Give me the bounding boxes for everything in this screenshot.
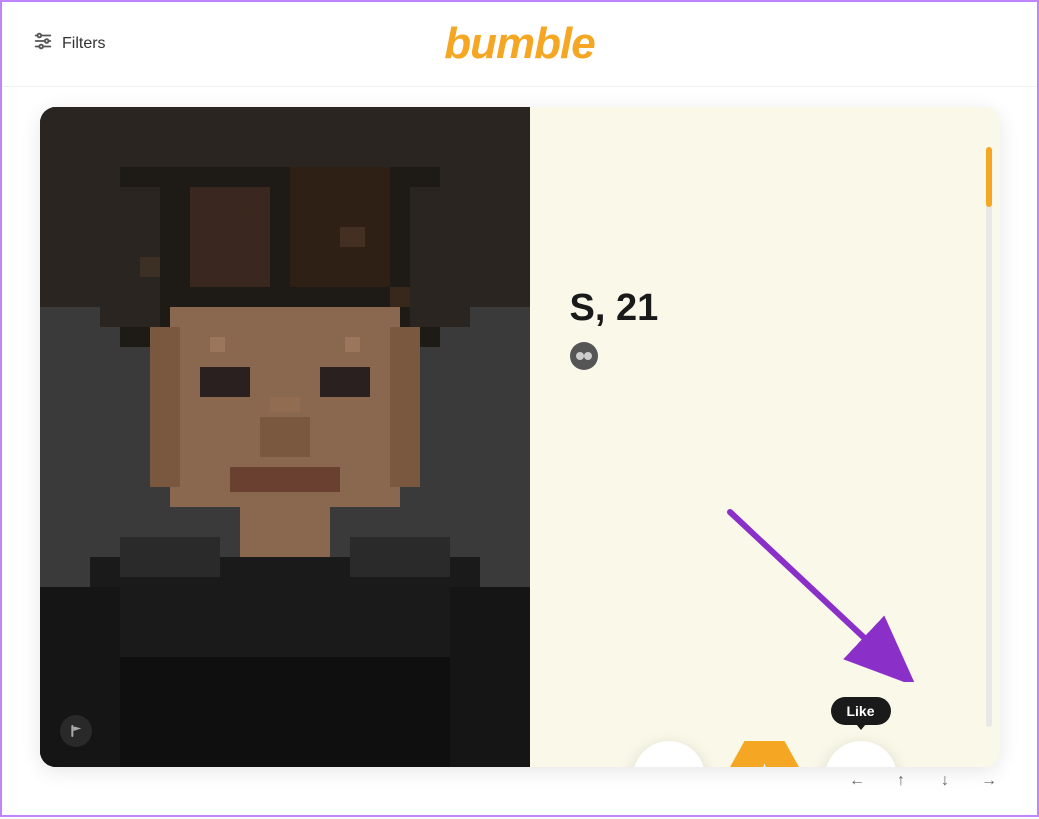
scrollbar-thumb bbox=[986, 147, 992, 207]
filters-label: Filters bbox=[62, 35, 106, 53]
flag-button[interactable] bbox=[60, 715, 92, 747]
profile-card: S, 21 bbox=[40, 107, 1000, 767]
scrollbar-track bbox=[986, 147, 992, 727]
nav-right-icon: → bbox=[981, 772, 997, 790]
badge-icon bbox=[570, 342, 598, 370]
filters-button[interactable]: Filters bbox=[32, 30, 106, 58]
like-icon: ✓ bbox=[848, 760, 873, 768]
nav-up-icon: ↑ bbox=[897, 772, 905, 790]
nav-up-button[interactable]: ↑ bbox=[883, 763, 919, 799]
purple-arrow-annotation bbox=[720, 502, 920, 687]
action-buttons: ✕ ★ Like ✓ bbox=[530, 737, 1000, 767]
like-button-wrapper: Like ✓ bbox=[825, 741, 897, 767]
nav-left-button[interactable]: ← bbox=[839, 763, 875, 799]
main-content: S, 21 bbox=[2, 87, 1037, 819]
nav-down-button[interactable]: ↓ bbox=[927, 763, 963, 799]
profile-photo bbox=[40, 107, 530, 767]
nav-down-icon: ↓ bbox=[941, 772, 949, 790]
superlike-icon: ★ bbox=[749, 757, 779, 767]
photo-image bbox=[40, 107, 530, 767]
profile-badge bbox=[570, 342, 960, 370]
navigation-arrows: ← ↑ ↓ → bbox=[839, 763, 1007, 799]
superlike-button[interactable]: ★ bbox=[725, 737, 805, 767]
header: Filters bumble bbox=[2, 2, 1037, 87]
like-tooltip: Like bbox=[830, 697, 890, 725]
profile-name-age: S, 21 bbox=[570, 287, 960, 330]
like-button[interactable]: ✓ bbox=[825, 741, 897, 767]
app-title: bumble bbox=[444, 19, 594, 69]
nav-left-icon: ← bbox=[849, 772, 865, 790]
nav-right-button[interactable]: → bbox=[971, 763, 1007, 799]
dislike-icon: ✕ bbox=[657, 761, 680, 768]
filters-icon bbox=[32, 30, 54, 58]
dislike-button[interactable]: ✕ bbox=[633, 741, 705, 767]
profile-info: S, 21 bbox=[530, 107, 1000, 767]
